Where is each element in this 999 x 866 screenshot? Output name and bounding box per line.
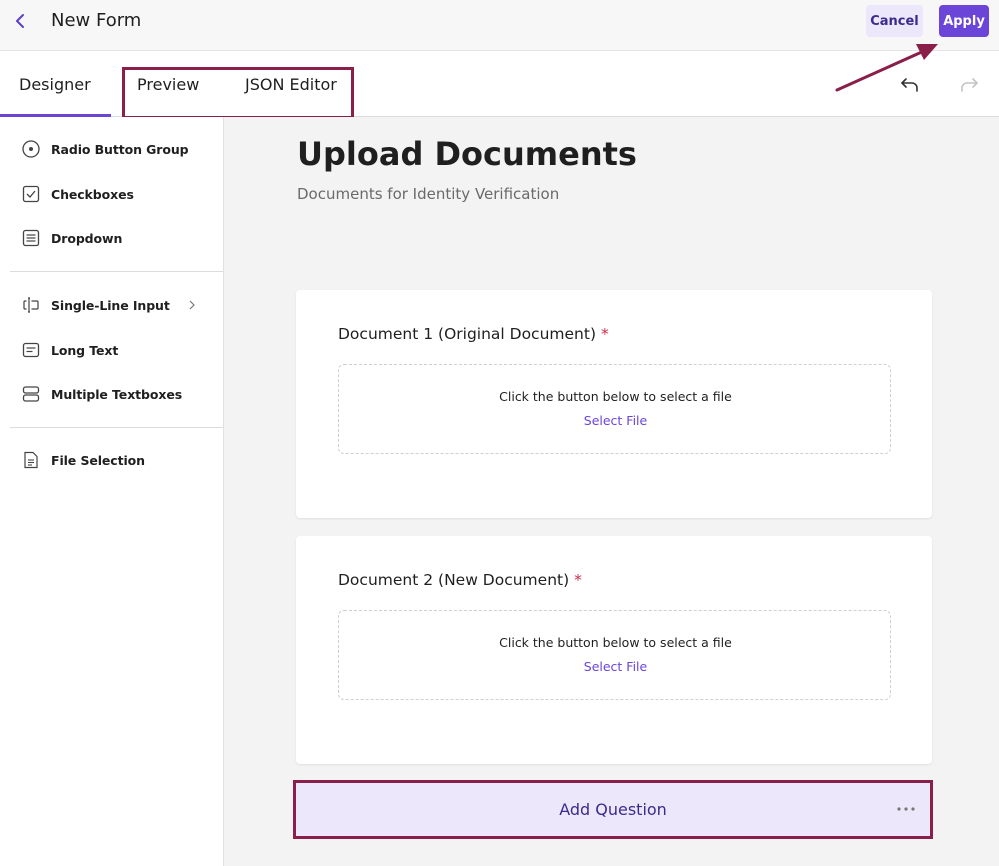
add-question-label: Add Question xyxy=(559,800,667,819)
tab-bar: Designer Preview JSON Editor xyxy=(0,51,999,119)
sidebar-item-label: Long Text xyxy=(51,342,119,358)
sidebar-item-multiple-textboxes[interactable]: Multiple Textboxes xyxy=(0,377,224,411)
sidebar-divider xyxy=(10,271,223,272)
tab-json-editor[interactable]: JSON Editor xyxy=(245,75,337,94)
sidebar-item-file-selection[interactable]: File Selection xyxy=(0,443,224,477)
apply-button[interactable]: Apply xyxy=(939,5,989,37)
sidebar-item-label: File Selection xyxy=(51,452,145,468)
question-title-text: Document 2 (New Document) xyxy=(338,571,570,589)
top-bar: New Form Cancel Apply xyxy=(0,0,999,51)
sidebar-item-label: Radio Button Group xyxy=(51,141,189,157)
sidebar-item-label: Multiple Textboxes xyxy=(51,386,183,402)
question-title-text: Document 1 (Original Document) xyxy=(338,325,596,343)
question-title[interactable]: Document 1 (Original Document) * xyxy=(338,325,609,343)
question-title[interactable]: Document 2 (New Document) * xyxy=(338,571,582,589)
sidebar-item-dropdown[interactable]: Dropdown xyxy=(0,221,224,255)
cancel-button[interactable]: Cancel xyxy=(866,5,923,37)
sidebar-item-radio-button-group[interactable]: Radio Button Group xyxy=(0,132,224,166)
drop-zone-text: Click the button below to select a file xyxy=(499,635,732,650)
file-drop-zone[interactable]: Click the button below to select a file … xyxy=(338,610,891,700)
question-card[interactable]: Document 1 (Original Document) * Click t… xyxy=(296,290,932,518)
sidebar-item-label: Single-Line Input xyxy=(51,297,170,313)
question-card[interactable]: Document 2 (New Document) * Click the bu… xyxy=(296,536,932,764)
redo-icon[interactable] xyxy=(957,73,981,97)
sidebar-item-label: Dropdown xyxy=(51,230,123,246)
required-mark: * xyxy=(600,325,609,343)
toolbox-sidebar: Radio Button Group Checkboxes Dropdown S… xyxy=(0,117,224,866)
sidebar-item-single-line-input[interactable]: Single-Line Input xyxy=(0,288,224,322)
select-file-link[interactable]: Select File xyxy=(339,413,892,428)
chevron-left-icon xyxy=(16,14,24,28)
add-question-button[interactable]: Add Question xyxy=(293,780,933,839)
file-drop-zone[interactable]: Click the button below to select a file … xyxy=(338,364,891,454)
text-input-icon xyxy=(23,297,39,313)
radio-button-icon xyxy=(22,140,40,158)
sidebar-item-label: Checkboxes xyxy=(51,186,134,202)
design-surface: Upload Documents Documents for Identity … xyxy=(224,117,999,866)
more-options-icon[interactable] xyxy=(894,797,918,821)
sidebar-item-long-text[interactable]: Long Text xyxy=(0,333,224,367)
survey-description[interactable]: Documents for Identity Verification xyxy=(297,185,559,203)
undo-icon[interactable] xyxy=(898,73,922,97)
long-text-icon xyxy=(22,342,40,358)
file-icon xyxy=(24,451,38,469)
required-mark: * xyxy=(574,571,582,589)
sidebar-divider xyxy=(10,427,223,428)
dropdown-icon xyxy=(22,229,40,247)
select-file-link[interactable]: Select File xyxy=(339,659,892,674)
tab-designer[interactable]: Designer xyxy=(19,75,91,94)
multiple-textboxes-icon xyxy=(22,386,40,402)
checkbox-icon xyxy=(22,185,40,203)
chevron-right-icon xyxy=(189,300,195,310)
survey-title[interactable]: Upload Documents xyxy=(297,135,637,173)
sidebar-item-checkboxes[interactable]: Checkboxes xyxy=(0,177,224,211)
drop-zone-text: Click the button below to select a file xyxy=(499,389,732,404)
form-title: New Form xyxy=(51,10,142,31)
tab-preview[interactable]: Preview xyxy=(137,75,199,94)
back-button[interactable] xyxy=(10,8,30,34)
